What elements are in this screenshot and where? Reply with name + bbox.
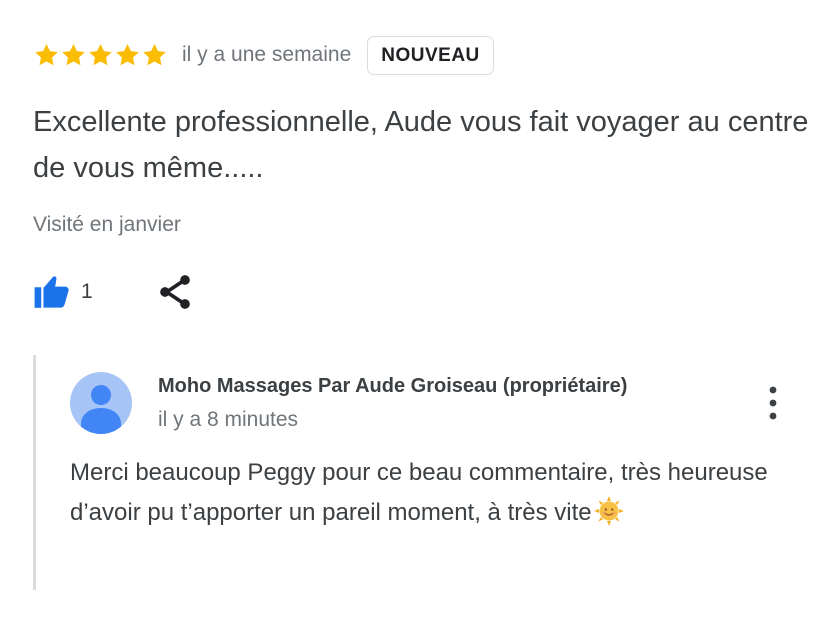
sun-face-emoji-icon: [593, 496, 624, 526]
reply-author-name: Moho Massages Par Aude Groiseau (proprié…: [158, 375, 628, 397]
star-icon: [60, 42, 87, 69]
star-rating: [33, 42, 168, 69]
avatar: [70, 372, 132, 434]
reply-text-content: Merci beaucoup Peggy pour ce beau commen…: [70, 459, 768, 526]
new-badge: NOUVEAU: [367, 35, 494, 75]
review-meta-row: il y a une semaine NOUVEAU: [33, 34, 494, 76]
share-button[interactable]: [155, 272, 195, 312]
review-time-ago: il y a une semaine: [182, 43, 352, 66]
review-text: Excellente professionnelle, Aude vous fa…: [33, 106, 809, 184]
like-button[interactable]: 1: [33, 273, 93, 311]
more-options-button[interactable]: [761, 383, 785, 423]
thumbs-up-icon: [33, 273, 71, 311]
more-vert-icon: [761, 383, 785, 423]
visited-date: Visité en janvier: [33, 213, 181, 236]
reply-text: Merci beaucoup Peggy pour ce beau commen…: [70, 453, 800, 533]
star-icon: [33, 42, 60, 69]
share-icon: [155, 272, 195, 312]
reply-time-ago: il y a 8 minutes: [158, 408, 299, 431]
star-icon: [141, 42, 168, 69]
owner-reply: Moho Massages Par Aude Groiseau (proprié…: [33, 355, 816, 590]
person-icon: [70, 372, 132, 434]
star-icon: [114, 42, 141, 69]
like-count: 1: [81, 280, 93, 303]
review-actions: 1: [33, 272, 195, 312]
star-icon: [87, 42, 114, 69]
